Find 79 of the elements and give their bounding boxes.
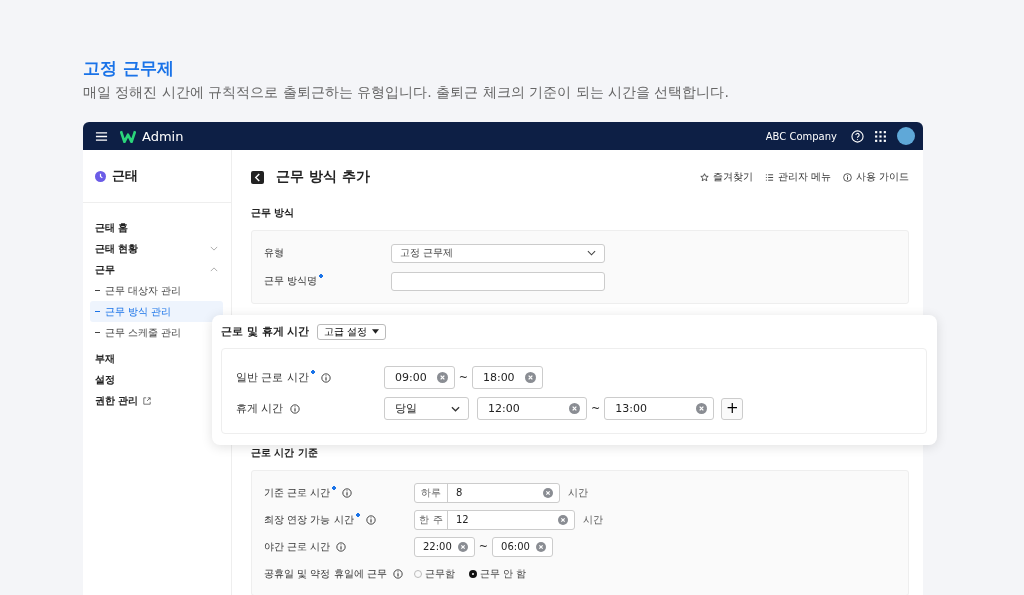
clear-icon[interactable] [535, 541, 546, 552]
section-heading: 근로 시간 기준 [251, 446, 319, 460]
chevron-up-icon [210, 267, 218, 272]
time-field[interactable]: 06:00 [492, 536, 553, 557]
content-title: 근무 방식 추가 [276, 168, 370, 186]
field-label: 최장 연장 가능 시간 [264, 512, 360, 527]
tilde: ~ [478, 540, 489, 553]
unit-input-field[interactable]: 하루 8 [414, 482, 560, 503]
input-field[interactable] [391, 271, 605, 291]
sidebar-item[interactable]: 설정 [90, 369, 207, 390]
clear-icon[interactable] [436, 372, 448, 383]
header-action-link[interactable]: 관리자 메뉴 [764, 170, 831, 184]
star-icon [699, 172, 709, 182]
section-heading: 근로 및 휴게 시간 [221, 324, 310, 339]
apps-grid-icon[interactable] [874, 129, 887, 143]
field-label: 야간 근로 시간 [264, 539, 331, 554]
page-description: 매일 정해진 시간에 규칙적으로 출퇴근하는 유형입니다. 출퇴근 체크의 기준이 되는 시간을 선택합니다. [83, 83, 730, 102]
clock-icon [95, 170, 106, 182]
time-field[interactable]: 12:00 [477, 397, 587, 420]
clear-icon[interactable] [558, 514, 568, 525]
clear-icon[interactable] [696, 403, 708, 414]
sidebar-item[interactable]: 근무 [90, 259, 223, 280]
tilde: ~ [591, 402, 601, 415]
caret-down-icon [371, 329, 379, 334]
sidebar-title: 근태 [112, 167, 138, 185]
menu-icon[interactable] [95, 129, 108, 143]
info-icon [842, 172, 852, 182]
page-title: 고정 근무제 [83, 57, 175, 80]
field-label: 휴게 시간 [236, 401, 284, 416]
back-button[interactable] [251, 170, 264, 184]
header-action-link[interactable]: 사용 가이드 [842, 170, 909, 184]
clear-icon[interactable] [543, 487, 553, 498]
radio-option[interactable]: 근무 안 함 [469, 566, 527, 581]
type-select[interactable]: 고정 근무제 [391, 243, 605, 263]
radio-option[interactable]: 근무함 [414, 566, 455, 581]
info-icon[interactable] [392, 568, 403, 579]
sidebar-subitem[interactable]: 근무 스케줄 관리 [90, 322, 207, 343]
unit-label: 시간 [568, 485, 588, 500]
advanced-settings-button[interactable]: 고급 설정 [316, 323, 386, 340]
field-label: 근무 방식명 [264, 274, 324, 288]
clear-icon[interactable] [524, 372, 536, 383]
avatar[interactable] [897, 127, 915, 145]
unit-input-field[interactable]: 한 주 12 [414, 509, 575, 530]
sidebar-subitem[interactable]: 근무 방식 관리 [90, 301, 223, 322]
info-icon[interactable] [336, 541, 347, 552]
time-field[interactable]: 13:00 [604, 397, 715, 420]
sidebar-item[interactable]: 권한 관리 [90, 390, 207, 411]
logo-icon [120, 129, 136, 143]
chevron-down-icon [587, 250, 596, 256]
field-label: 공휴일 및 약정 휴일에 근무 [264, 566, 387, 581]
list-icon [764, 172, 774, 182]
info-icon[interactable] [289, 403, 300, 414]
chevron-down-icon [210, 246, 218, 251]
tilde: ~ [458, 371, 468, 384]
sidebar-item[interactable]: 근태 현황 [90, 238, 223, 259]
field-label: 유형 [264, 246, 284, 260]
time-field[interactable]: 22:00 [414, 536, 475, 557]
help-icon[interactable] [851, 129, 864, 143]
unit-label: 시간 [583, 512, 603, 527]
info-icon[interactable] [321, 372, 331, 383]
info-icon[interactable] [365, 514, 376, 525]
sidebar-subitem[interactable]: 근무 대상자 관리 [90, 280, 207, 301]
app-name: Admin [142, 128, 184, 144]
section-heading: 근무 방식 [251, 206, 296, 220]
external-link-icon [143, 396, 152, 405]
clear-icon[interactable] [569, 403, 580, 414]
company-name: ABC Company [765, 130, 837, 142]
header-action-link[interactable]: 즐겨찾기 [699, 170, 753, 184]
day-select[interactable]: 당일 [384, 397, 469, 420]
chevron-down-icon [451, 405, 460, 412]
clear-icon[interactable] [457, 541, 468, 552]
add-button[interactable]: + [721, 397, 744, 420]
time-field[interactable]: 18:00 [471, 366, 543, 389]
sidebar-item[interactable]: 부재 [90, 348, 207, 369]
time-field[interactable]: 09:00 [384, 366, 455, 389]
field-label: 일반 근로 시간 [236, 370, 315, 385]
info-icon[interactable] [342, 487, 353, 498]
sidebar-item[interactable]: 근태 홈 [90, 217, 207, 238]
field-label: 기준 근로 시간 [264, 485, 337, 500]
